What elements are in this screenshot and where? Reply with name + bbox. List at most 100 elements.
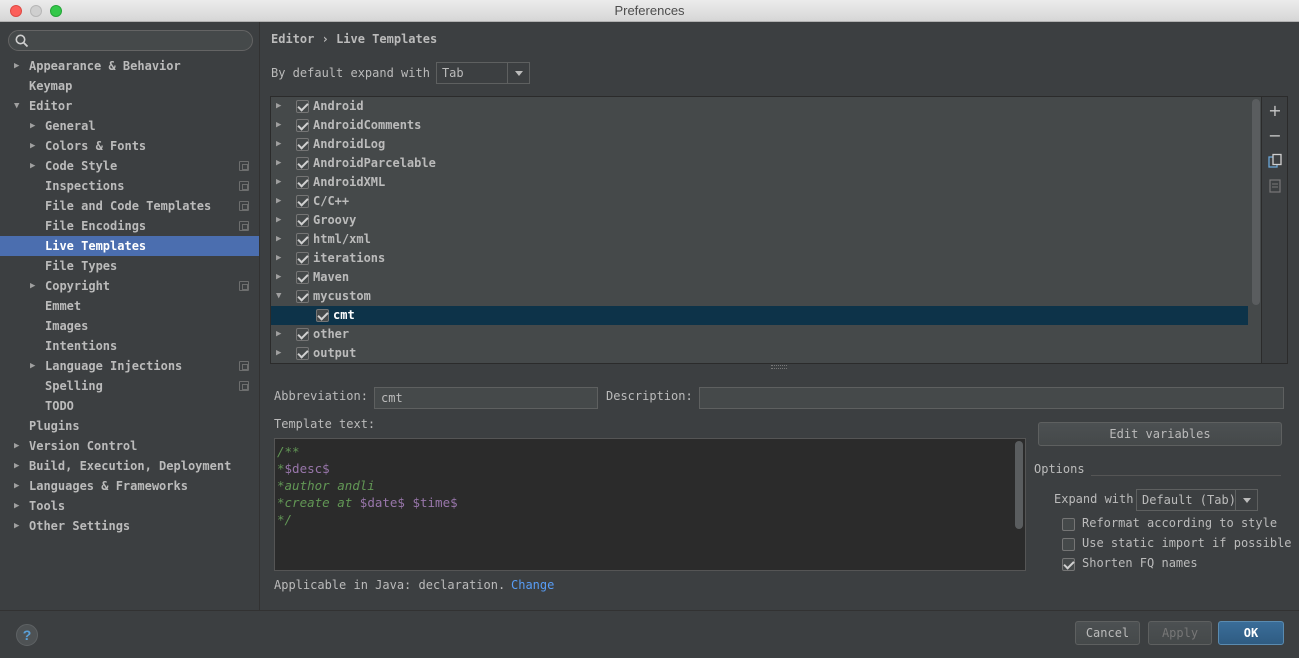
template-group-row[interactable]: ▶ output: [271, 344, 1261, 363]
template-group-row[interactable]: ▶ Android: [271, 97, 1261, 116]
sidebar-item[interactable]: Intentions: [0, 336, 259, 356]
editor-scrollbar[interactable]: [1015, 441, 1023, 529]
expand-with-select[interactable]: Default (Tab): [1136, 489, 1258, 511]
collapsed-arrow-icon[interactable]: ▶: [14, 456, 24, 476]
change-context-link[interactable]: Change: [511, 578, 554, 592]
template-checkbox[interactable]: [296, 328, 309, 341]
collapsed-arrow-icon[interactable]: ▶: [30, 276, 40, 296]
collapsed-arrow-icon[interactable]: ▶: [30, 116, 40, 136]
collapsed-arrow-icon[interactable]: ▶: [14, 496, 24, 516]
template-text-editor[interactable]: /** *$desc$ *author andli *create at $date$…: [274, 438, 1026, 571]
sidebar-item[interactable]: ▶ Appearance & Behavior: [0, 56, 259, 76]
search-input[interactable]: [8, 30, 253, 51]
sidebar-item[interactable]: Emmet: [0, 296, 259, 316]
template-group-row[interactable]: ▶ Groovy: [271, 211, 1261, 230]
list-scrollbar[interactable]: [1252, 99, 1260, 305]
sidebar-item[interactable]: ▶ Language Injections: [0, 356, 259, 376]
template-group-row[interactable]: ▶ AndroidLog: [271, 135, 1261, 154]
copy-icon[interactable]: [1267, 153, 1283, 169]
template-group-row[interactable]: ▶ iterations: [271, 249, 1261, 268]
sidebar-item[interactable]: Live Templates: [0, 236, 259, 256]
template-checkbox[interactable]: [296, 347, 309, 360]
template-group-row[interactable]: ▶ other: [271, 325, 1261, 344]
collapsed-arrow-icon[interactable]: ▶: [276, 135, 281, 154]
collapsed-arrow-icon[interactable]: ▶: [14, 56, 24, 76]
template-checkbox[interactable]: [316, 309, 329, 322]
static-import-checkbox[interactable]: [1062, 538, 1075, 551]
sidebar-item[interactable]: ▶ Colors & Fonts: [0, 136, 259, 156]
template-checkbox[interactable]: [296, 233, 309, 246]
sidebar-item[interactable]: ▶ Code Style: [0, 156, 259, 176]
template-checkbox[interactable]: [296, 119, 309, 132]
collapsed-arrow-icon[interactable]: ▶: [14, 436, 24, 456]
collapsed-arrow-icon[interactable]: ▶: [276, 211, 281, 230]
reformat-checkbox[interactable]: [1062, 518, 1075, 531]
sidebar-item[interactable]: Inspections: [0, 176, 259, 196]
sidebar-item[interactable]: Keymap: [0, 76, 259, 96]
template-checkbox[interactable]: [296, 100, 309, 113]
restore-icon[interactable]: [1267, 178, 1283, 194]
edit-variables-button[interactable]: Edit variables: [1038, 422, 1282, 446]
sidebar-item[interactable]: File Encodings: [0, 216, 259, 236]
template-group-row[interactable]: ▶ AndroidXML: [271, 173, 1261, 192]
maximize-window-button[interactable]: [50, 5, 62, 17]
collapsed-arrow-icon[interactable]: ▶: [276, 192, 281, 211]
sidebar-item[interactable]: Spelling: [0, 376, 259, 396]
minimize-window-button[interactable]: [30, 5, 42, 17]
sidebar-item[interactable]: ▶ Copyright: [0, 276, 259, 296]
abbreviation-field[interactable]: cmt: [374, 387, 598, 409]
expanded-arrow-icon[interactable]: ▼: [276, 287, 281, 306]
cancel-button[interactable]: Cancel: [1075, 621, 1140, 645]
template-group-row[interactable]: ▶ html/xml: [271, 230, 1261, 249]
template-group-row[interactable]: ▼ mycustom: [271, 287, 1261, 306]
sidebar-item[interactable]: ▶ Languages & Frameworks: [0, 476, 259, 496]
template-group-row[interactable]: ▶ AndroidComments: [271, 116, 1261, 135]
template-checkbox[interactable]: [296, 271, 309, 284]
description-field[interactable]: [699, 387, 1284, 409]
template-group-row[interactable]: ▶ Maven: [271, 268, 1261, 287]
collapsed-arrow-icon[interactable]: ▶: [14, 516, 24, 536]
panel-splitter[interactable]: [771, 365, 787, 369]
collapsed-arrow-icon[interactable]: ▶: [30, 356, 40, 376]
sidebar-item[interactable]: TODO: [0, 396, 259, 416]
close-window-button[interactable]: [10, 5, 22, 17]
collapsed-arrow-icon[interactable]: ▶: [276, 230, 281, 249]
expanded-arrow-icon[interactable]: ▼: [14, 96, 24, 116]
template-checkbox[interactable]: [296, 290, 309, 303]
collapsed-arrow-icon[interactable]: ▶: [276, 249, 281, 268]
sidebar-item[interactable]: ▼ Editor: [0, 96, 259, 116]
collapsed-arrow-icon[interactable]: ▶: [30, 156, 40, 176]
apply-button[interactable]: Apply: [1148, 621, 1212, 645]
collapsed-arrow-icon[interactable]: ▶: [276, 97, 281, 116]
collapsed-arrow-icon[interactable]: ▶: [276, 268, 281, 287]
sidebar-item[interactable]: File and Code Templates: [0, 196, 259, 216]
minus-icon[interactable]: −: [1267, 128, 1283, 144]
collapsed-arrow-icon[interactable]: ▶: [30, 136, 40, 156]
template-checkbox[interactable]: [296, 176, 309, 189]
sidebar-item[interactable]: ▶ Build, Execution, Deployment: [0, 456, 259, 476]
template-checkbox[interactable]: [296, 195, 309, 208]
shorten-fq-checkbox[interactable]: [1062, 558, 1075, 571]
template-group-row[interactable]: ▶ C/C++: [271, 192, 1261, 211]
sidebar-item[interactable]: File Types: [0, 256, 259, 276]
sidebar-item[interactable]: ▶ General: [0, 116, 259, 136]
collapsed-arrow-icon[interactable]: ▶: [14, 476, 24, 496]
sidebar-item[interactable]: Images: [0, 316, 259, 336]
ok-button[interactable]: OK: [1218, 621, 1284, 645]
collapsed-arrow-icon[interactable]: ▶: [276, 116, 281, 135]
collapsed-arrow-icon[interactable]: ▶: [276, 154, 281, 173]
sidebar-item[interactable]: ▶ Other Settings: [0, 516, 259, 536]
template-checkbox[interactable]: [296, 138, 309, 151]
template-checkbox[interactable]: [296, 157, 309, 170]
default-expand-select[interactable]: Tab: [435, 62, 530, 84]
collapsed-arrow-icon[interactable]: ▶: [276, 344, 281, 363]
collapsed-arrow-icon[interactable]: ▶: [276, 173, 281, 192]
template-checkbox[interactable]: [296, 214, 309, 227]
sidebar-item[interactable]: ▶ Version Control: [0, 436, 259, 456]
sidebar-item[interactable]: ▶ Tools: [0, 496, 259, 516]
template-groups-list[interactable]: ▶ Android ▶ AndroidComments ▶ AndroidLog ▶ Andr…: [270, 96, 1262, 364]
template-row[interactable]: cmt: [271, 306, 1248, 325]
plus-icon[interactable]: +: [1267, 103, 1283, 119]
collapsed-arrow-icon[interactable]: ▶: [276, 325, 281, 344]
template-group-row[interactable]: ▶ AndroidParcelable: [271, 154, 1261, 173]
